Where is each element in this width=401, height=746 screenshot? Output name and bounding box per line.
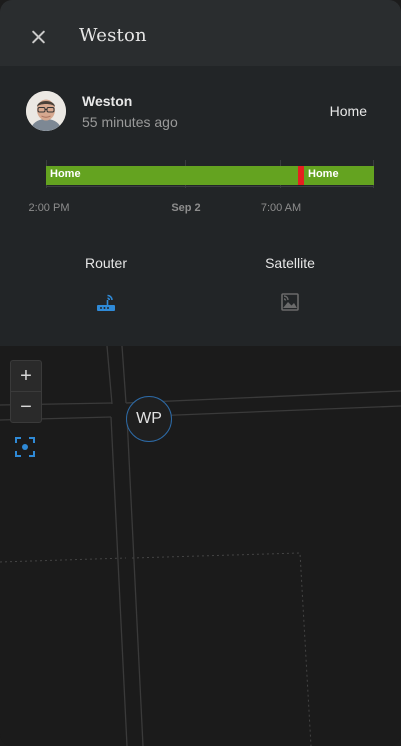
- zoom-in-button[interactable]: +: [11, 361, 41, 391]
- satellite-image-icon[interactable]: [279, 291, 301, 313]
- last-changed-time: 55 minutes ago: [82, 114, 178, 130]
- tab-satellite[interactable]: Satellite: [265, 255, 315, 271]
- tab-router[interactable]: Router: [85, 255, 127, 271]
- timeline-tick-label: 7:00 AM: [260, 202, 302, 214]
- router-icon[interactable]: [95, 291, 117, 313]
- marker-initials: WP: [136, 410, 162, 427]
- person-state: Home: [329, 103, 367, 119]
- zoom-control: + −: [10, 360, 42, 423]
- timeline-tick-label: 2:00 PM: [28, 202, 70, 214]
- timeline-segment-home[interactable]: Home: [46, 166, 298, 185]
- dialog-header: Weston: [0, 0, 401, 66]
- timeline-axis: [46, 186, 374, 187]
- history-timeline[interactable]: Home Home: [46, 166, 374, 185]
- locate-icon[interactable]: [14, 436, 36, 458]
- timeline-tick-label: Sep 2: [171, 202, 201, 214]
- person-map-marker[interactable]: WP: [126, 396, 172, 442]
- map-view[interactable]: [0, 346, 401, 746]
- dialog-title: Weston: [79, 25, 147, 46]
- person-more-info-dialog: Weston Weston 55 minutes ago Home Home H…: [0, 0, 401, 746]
- close-icon[interactable]: [22, 21, 54, 53]
- zoom-out-button[interactable]: −: [11, 392, 41, 422]
- timeline-segment-home[interactable]: Home: [304, 166, 374, 185]
- person-name: Weston: [82, 93, 133, 109]
- person-avatar: [26, 91, 66, 131]
- map-streets: [0, 346, 401, 746]
